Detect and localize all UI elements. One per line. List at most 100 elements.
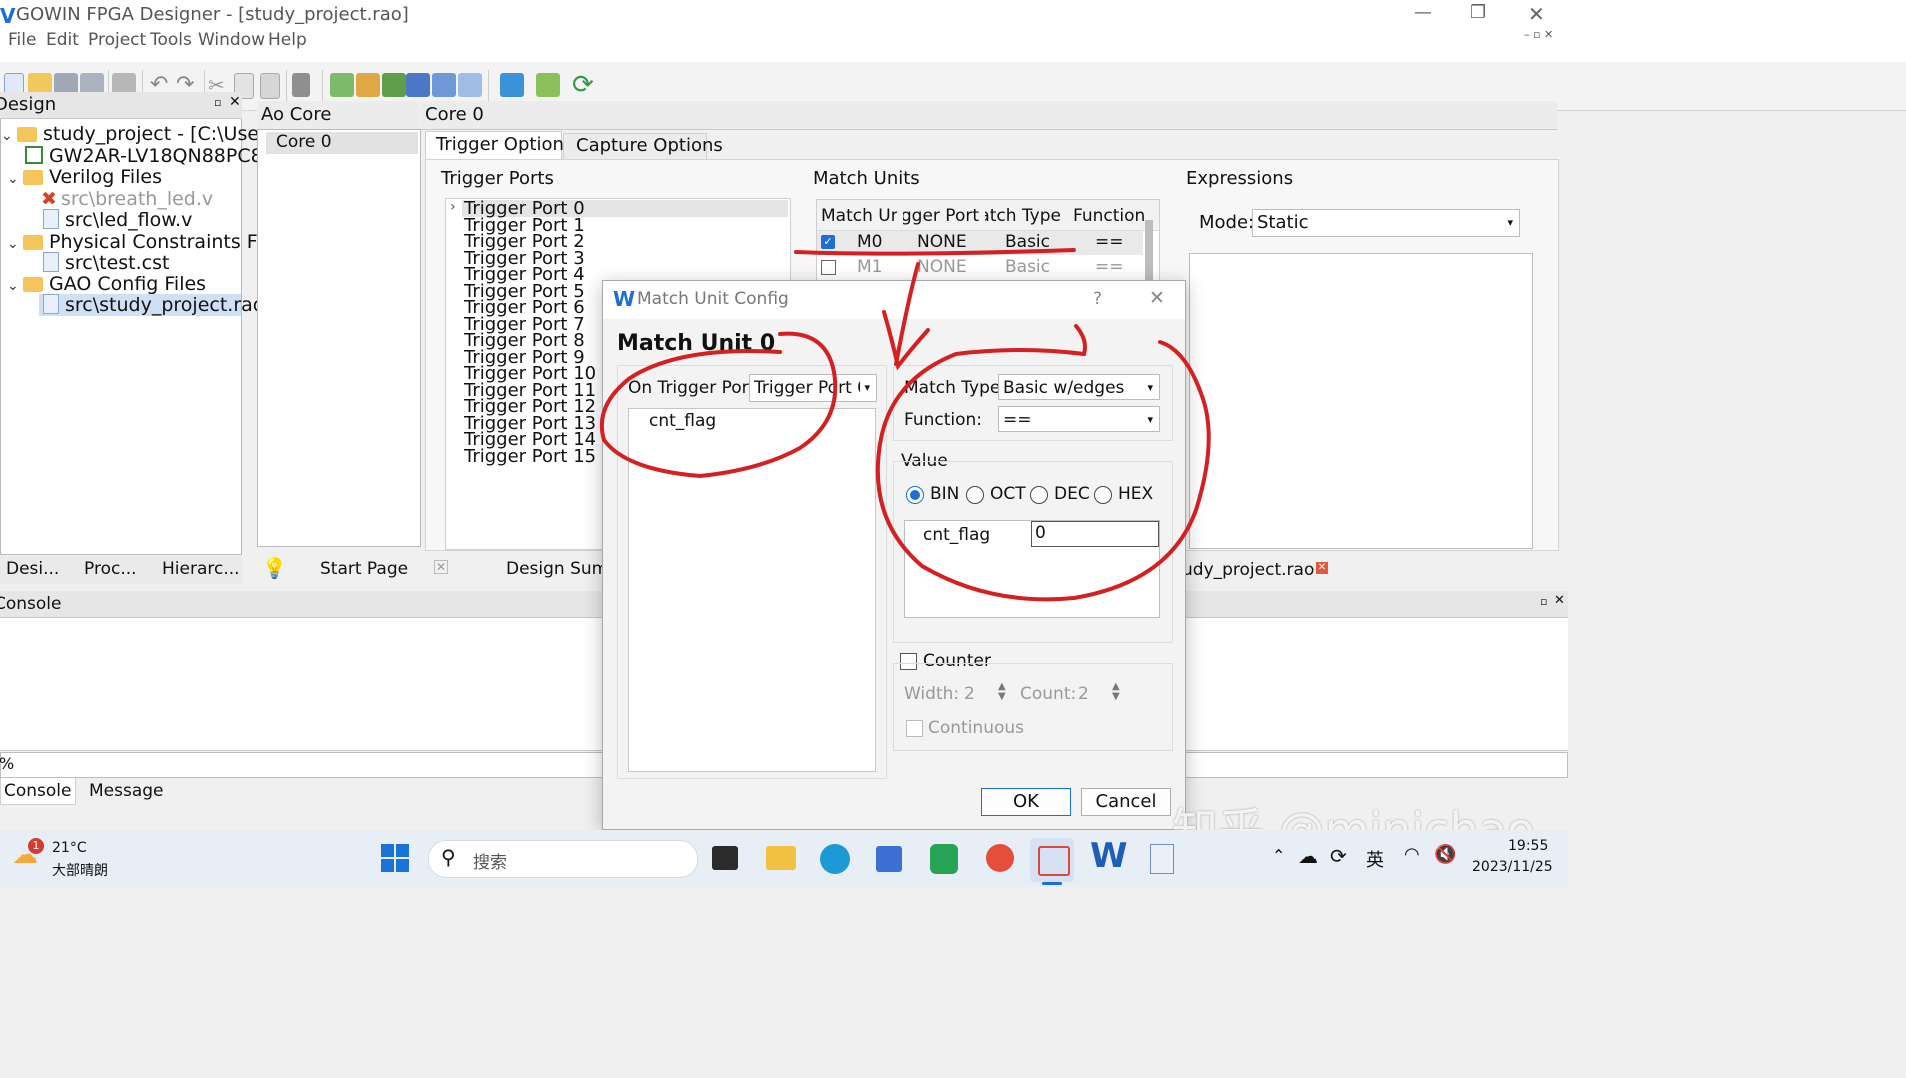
dialog-close-button[interactable]: ✕	[1149, 287, 1165, 309]
find-icon[interactable]	[292, 73, 310, 97]
count-spinner-icon[interactable]: ▲ ▼	[1112, 682, 1120, 702]
sync-icon[interactable]: ⟳	[1330, 844, 1347, 868]
tree-item-gao[interactable]: ⌄ GAO Config Files	[7, 273, 206, 295]
core-header: Core 0	[421, 101, 1557, 130]
weather-widget[interactable]: ☁ 1 21°C 大部晴朗	[10, 838, 120, 882]
panel-close-icon[interactable]: ✕	[229, 94, 241, 110]
mode-select[interactable]: Static ▾	[1252, 209, 1520, 237]
tab-close-icon[interactable]: ✕	[434, 560, 448, 574]
width-label: Width:	[904, 684, 960, 704]
floorplan-icon[interactable]	[406, 73, 430, 97]
width-spinner-icon[interactable]: ▲ ▼	[998, 682, 1006, 702]
signal-list[interactable]: cnt_flag	[628, 408, 876, 772]
app-red-icon[interactable]	[986, 844, 1014, 872]
taskbar-search[interactable]: ⚲ 搜索	[428, 840, 698, 878]
tree-item-device[interactable]: GW2AR-LV18QN88PC8/I7	[25, 145, 287, 167]
expand-chevron-icon[interactable]: ›	[450, 199, 456, 215]
core-item[interactable]: Core 0	[266, 132, 418, 154]
task-view-icon[interactable]	[712, 846, 738, 870]
cancel-button[interactable]: Cancel	[1081, 788, 1171, 816]
refresh-icon[interactable]: ⟳	[572, 72, 596, 98]
program-icon[interactable]	[382, 73, 406, 97]
menu-tools[interactable]: Tools	[150, 30, 192, 50]
col-trigger-port[interactable]: Trigger Port	[903, 206, 979, 226]
col-match-unit[interactable]: Match Unit	[821, 206, 897, 226]
tab-start-page[interactable]: Start Page	[320, 559, 408, 579]
tab-close-icon[interactable]: ✕	[1316, 562, 1328, 574]
gowin-designer-icon[interactable]	[1030, 838, 1074, 882]
app-green-icon[interactable]	[930, 844, 958, 874]
tree-item-led-flow[interactable]: src\led_flow.v	[43, 209, 192, 231]
menu-file[interactable]: File	[8, 30, 36, 50]
menu-help[interactable]: Help	[268, 30, 307, 50]
gao-icon[interactable]	[500, 73, 524, 97]
file-explorer-icon[interactable]	[766, 846, 796, 870]
tab-trigger-options[interactable]: Trigger Options	[425, 131, 573, 160]
minimize-button[interactable]: —	[1414, 2, 1432, 23]
match-type-select[interactable]: Basic w/edges ▾	[998, 374, 1160, 400]
table-scrollbar[interactable]	[1145, 220, 1153, 282]
tab-console[interactable]: Console	[0, 778, 76, 805]
col-match-type[interactable]: Match Type	[985, 206, 1061, 226]
table-row[interactable]: M1 NONE Basic ==	[817, 256, 1143, 280]
row-checkbox[interactable]: ✓	[821, 235, 835, 249]
notepad-icon[interactable]	[1150, 844, 1174, 874]
onedrive-icon[interactable]: ☁	[1298, 844, 1318, 868]
radio-dec[interactable]	[1030, 486, 1048, 504]
on-trigger-port-select[interactable]: Trigger Port 0 ▾	[749, 374, 877, 402]
radio-bin[interactable]	[906, 486, 924, 504]
value-signal-name: cnt_flag	[923, 525, 991, 545]
tab-study-project-rao[interactable]: udy_project.rao *	[1182, 560, 1328, 580]
radio-hex[interactable]	[1094, 486, 1112, 504]
window-title: GOWIN FPGA Designer - [study_project.rao…	[16, 4, 409, 25]
ip-core-icon[interactable]	[536, 73, 560, 97]
tree-item-verilog[interactable]: ⌄ Verilog Files	[7, 166, 162, 188]
paste-icon[interactable]	[260, 73, 280, 99]
mdi-controls[interactable]: – ▫ ✕	[1524, 28, 1553, 41]
edge-icon[interactable]	[820, 844, 850, 874]
tree-item-breath-led[interactable]: ✖ src\breath_led.v	[41, 188, 213, 210]
ime-indicator[interactable]: 英	[1366, 846, 1384, 872]
tab-capture-options[interactable]: Capture Options	[563, 133, 723, 160]
clock-time[interactable]: 19:55	[1508, 838, 1548, 854]
trigger-port-item[interactable]: Trigger Port 15	[464, 446, 596, 467]
gowin-analyzer-icon[interactable]: W	[1090, 836, 1128, 876]
wifi-icon[interactable]: ◠	[1404, 844, 1420, 865]
tab-message[interactable]: Message	[89, 781, 164, 801]
tab-process[interactable]: Proc...	[84, 559, 137, 579]
tree-item-physical[interactable]: ⌄ Physical Constraints Files	[7, 231, 288, 253]
tree-item-rao[interactable]: src\study_project.rao	[43, 294, 264, 316]
signal-item[interactable]: cnt_flag	[649, 411, 716, 431]
panel-float-icon[interactable]: ▫	[214, 96, 221, 109]
panel-close-icon[interactable]: ✕	[1554, 593, 1565, 608]
start-button[interactable]	[381, 844, 409, 872]
close-window-button[interactable]: ✕	[1528, 2, 1545, 26]
store-icon[interactable]	[876, 846, 902, 872]
ok-button[interactable]: OK	[981, 788, 1071, 816]
tree-item-test-cst[interactable]: src\test.cst	[43, 252, 169, 274]
expression-editor[interactable]	[1189, 253, 1533, 549]
panel-float-icon[interactable]: ▫	[1540, 595, 1547, 608]
restore-button[interactable]: ❐	[1470, 2, 1486, 23]
col-function[interactable]: Function	[1073, 206, 1145, 226]
timing-icon[interactable]	[432, 73, 456, 97]
volume-muted-icon[interactable]: 🔇	[1434, 844, 1456, 865]
help-button[interactable]: ?	[1093, 289, 1102, 309]
continuous-checkbox[interactable]	[906, 720, 923, 737]
value-input[interactable]: 0	[1031, 521, 1159, 547]
table-row[interactable]: ✓ M0 NONE Basic ==	[817, 231, 1143, 255]
row-checkbox[interactable]	[821, 260, 836, 275]
function-select[interactable]: == ▾	[998, 406, 1160, 432]
schematic-icon[interactable]	[458, 73, 482, 97]
menu-project[interactable]: Project	[88, 30, 146, 50]
clock-date[interactable]: 2023/11/25	[1472, 859, 1553, 875]
place-route-icon[interactable]	[356, 73, 380, 97]
tray-chevron-icon[interactable]: ⌃	[1272, 846, 1285, 865]
chevron-down-icon: ▾	[1507, 216, 1513, 229]
synthesize-icon[interactable]	[330, 73, 354, 97]
tab-hierarchy[interactable]: Hierarc...	[162, 559, 240, 579]
menu-window[interactable]: Window	[198, 30, 265, 50]
menu-edit[interactable]: Edit	[46, 30, 79, 50]
radio-oct[interactable]	[966, 486, 984, 504]
tab-design[interactable]: Desi...	[6, 559, 59, 579]
